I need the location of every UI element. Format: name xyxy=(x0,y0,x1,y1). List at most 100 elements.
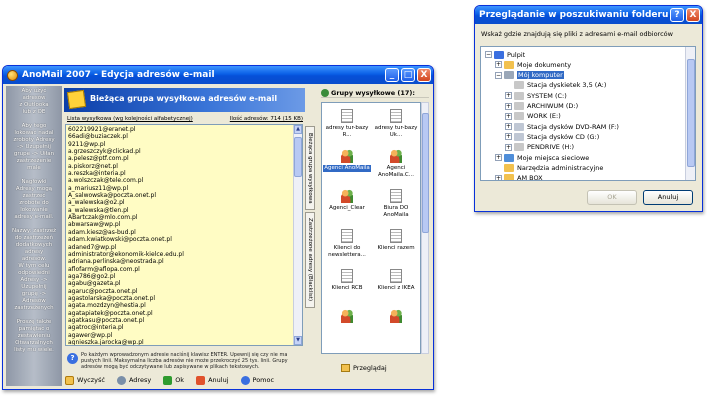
dialog-help-button[interactable]: ? xyxy=(670,8,684,22)
group-item[interactable] xyxy=(323,307,371,345)
email-row[interactable]: aflofarm@aflopa.com.pl xyxy=(68,266,300,273)
group-item-label: Klienci RCB xyxy=(331,285,363,291)
document-icon xyxy=(390,229,402,243)
groups-list[interactable]: adresy tur-bazy R... adresy tur-bazy Uk..… xyxy=(321,102,421,354)
folder-icon xyxy=(494,50,504,59)
cancel-button-label: Anuluj xyxy=(208,376,229,384)
email-row[interactable]: aga786@go2.pl xyxy=(68,273,300,280)
email-row[interactable]: ABartczak@mlo.com.pl xyxy=(68,214,300,221)
collapse-icon[interactable]: − xyxy=(485,51,492,58)
dialog-cancel-button[interactable]: Anuluj xyxy=(643,190,693,205)
expand-icon[interactable]: + xyxy=(505,92,512,100)
cancel-button[interactable]: Anuluj xyxy=(196,375,229,385)
folder-tree-scrollbar[interactable] xyxy=(685,47,695,180)
groups-scrollbar[interactable] xyxy=(421,102,429,354)
clear-button-label: Wyczyść xyxy=(77,376,105,384)
folder-titlebar[interactable]: Przeglądanie w poszukiwaniu folderu ? X xyxy=(475,6,702,24)
folder-browse-dialog: Przeglądanie w poszukiwaniu folderu ? X … xyxy=(474,5,703,212)
email-row[interactable]: 602219921@eranet.pl xyxy=(68,126,300,133)
email-row[interactable]: a.piskorz@net.pl xyxy=(68,163,300,170)
group-item[interactable]: Agenci AnoMaila.C... xyxy=(372,147,420,185)
expand-icon[interactable]: + xyxy=(495,61,502,69)
email-row[interactable]: a.grzeszczyk@clickad.pl xyxy=(68,148,300,155)
email-row[interactable]: agata.mozdzyn@hestia.pl xyxy=(68,302,300,309)
help-button[interactable]: Pomoc xyxy=(240,375,274,385)
groups-scroll-thumb[interactable] xyxy=(422,113,429,233)
email-row[interactable]: agastolarska@poczta.onet.pl xyxy=(68,295,300,302)
addresses-button[interactable]: Adresy xyxy=(116,375,151,385)
collapse-icon[interactable]: − xyxy=(495,71,502,79)
email-row[interactable]: a_mariusz11@wp.pl xyxy=(68,185,300,192)
email-row[interactable]: abwarsaw@wp.pl xyxy=(68,221,300,228)
email-row[interactable]: a_walewska@o2.pl xyxy=(68,199,300,206)
folder-icon xyxy=(514,143,524,152)
email-row[interactable]: 9211@wp.pl xyxy=(68,141,300,148)
close-button[interactable]: X xyxy=(417,68,431,82)
email-row[interactable]: adam.kiesz@as-bud.pl xyxy=(68,229,300,236)
tab-current-group[interactable]: Bieżąca grupa wysyłkowa xyxy=(305,126,315,210)
tab-blacklist[interactable]: Zastrzeżone adresy (Blacklist) xyxy=(305,212,315,308)
email-row[interactable]: adriana.perlinska@neostrada.pl xyxy=(68,258,300,265)
group-item[interactable]: Agenci AnoMaila xyxy=(323,147,371,185)
group-header-title: Bieżąca grupa wysyłkowa adresów e-mail xyxy=(90,94,278,103)
tree-node-label: Pulpit xyxy=(507,50,526,59)
people-group-icon xyxy=(390,149,402,163)
scroll-down-icon[interactable]: ▼ xyxy=(294,336,302,345)
ok-button[interactable]: Ok xyxy=(163,375,184,385)
folder-tree[interactable]: − Pulpit + Moje dokumenty − Mój komputer Stacj… xyxy=(480,46,696,181)
group-item[interactable] xyxy=(372,307,420,345)
group-item[interactable]: Klienci RCB xyxy=(323,267,371,305)
email-row[interactable]: agaruc@poczta.onet.pl xyxy=(68,288,300,295)
email-list-scroll-thumb[interactable] xyxy=(294,137,302,177)
tree-node-label: ARCHIWUM (D:) xyxy=(527,102,579,110)
email-row[interactable]: agatapiatek@poczta.onet.pl xyxy=(68,310,300,317)
main-titlebar[interactable]: AnoMail 2007 - Edycja adresów e-mail _ □… xyxy=(3,66,433,84)
expand-icon[interactable]: + xyxy=(505,143,512,151)
group-item[interactable]: Klienci do newslettera... xyxy=(323,227,371,265)
email-row[interactable]: adam.kwiatkowski@poczta.onet.pl xyxy=(68,236,300,243)
email-row[interactable]: agawer@wp.pl xyxy=(68,332,300,339)
email-row[interactable]: agatroc@interia.pl xyxy=(68,324,300,331)
minimize-button[interactable]: _ xyxy=(385,68,399,82)
group-item[interactable]: adresy tur-bazy R... xyxy=(323,107,371,145)
email-row[interactable]: a_walewska@tlen.pl xyxy=(68,207,300,214)
expand-icon[interactable]: + xyxy=(495,174,502,180)
email-row[interactable]: a.wolszczak@tele.com.pl xyxy=(68,177,300,184)
folder-tree-scroll-thumb[interactable] xyxy=(687,59,695,167)
tree-node-label: Moje miejsca sieciowe xyxy=(517,153,590,162)
group-item[interactable]: Klienci razem xyxy=(372,227,420,265)
help-icon xyxy=(240,375,250,385)
clear-button[interactable]: Wyczyść xyxy=(65,375,105,385)
info-icon: ? xyxy=(67,353,78,364)
group-item-label: Agenci_Clear xyxy=(329,205,365,211)
expand-icon[interactable]: + xyxy=(505,112,512,120)
expand-icon[interactable]: + xyxy=(505,133,512,141)
group-item[interactable]: Klienci z IKEA xyxy=(372,267,420,305)
address-count: Ilość adresów: 714 (15 KB) xyxy=(229,116,303,122)
email-list-scrollbar[interactable]: ▲ ▼ xyxy=(293,125,302,345)
email-row[interactable]: a.pelesz@ptf.com.pl xyxy=(68,155,300,162)
email-row[interactable]: administrator@ekonomik-kielce.edu.pl xyxy=(68,251,300,258)
email-row[interactable]: agatkasu@poczta.onet.pl xyxy=(68,317,300,324)
email-row[interactable]: adaned7@wp.pl xyxy=(68,244,300,251)
email-row[interactable]: A_salwowska@poczta.onet.pl xyxy=(68,192,300,199)
dialog-ok-button[interactable]: OK xyxy=(587,190,637,205)
group-item[interactable]: Biura DO AnoMaila xyxy=(372,187,420,225)
expand-icon[interactable]: + xyxy=(505,102,512,110)
email-row[interactable]: 66adi@buziaczek.pl xyxy=(68,133,300,140)
browse-button[interactable]: Przeglądaj xyxy=(341,364,387,372)
email-row[interactable]: agnieszka.jarocka@wp.pl xyxy=(68,339,300,345)
expand-icon[interactable]: + xyxy=(495,154,502,161)
tree-node[interactable]: + AM BOX xyxy=(495,173,543,180)
maximize-button[interactable]: □ xyxy=(401,68,415,82)
dialog-close-button[interactable]: X xyxy=(686,8,700,22)
email-list-textarea[interactable]: 602219921@eranet.pl 66adi@buziaczek.pl 921… xyxy=(65,124,303,346)
group-item-label: Agenci AnoMaila.C... xyxy=(378,165,414,178)
email-row[interactable]: agabu@gazeta.pl xyxy=(68,280,300,287)
group-item[interactable]: adresy tur-bazy Uk... xyxy=(372,107,420,145)
email-row[interactable]: a.reszka@interia.pl xyxy=(68,170,300,177)
group-item[interactable]: Agenci_Clear xyxy=(323,187,371,225)
expand-icon[interactable]: + xyxy=(505,123,512,131)
scroll-up-icon[interactable]: ▲ xyxy=(294,125,302,134)
group-item-label: Klienci z IKEA xyxy=(377,285,415,291)
